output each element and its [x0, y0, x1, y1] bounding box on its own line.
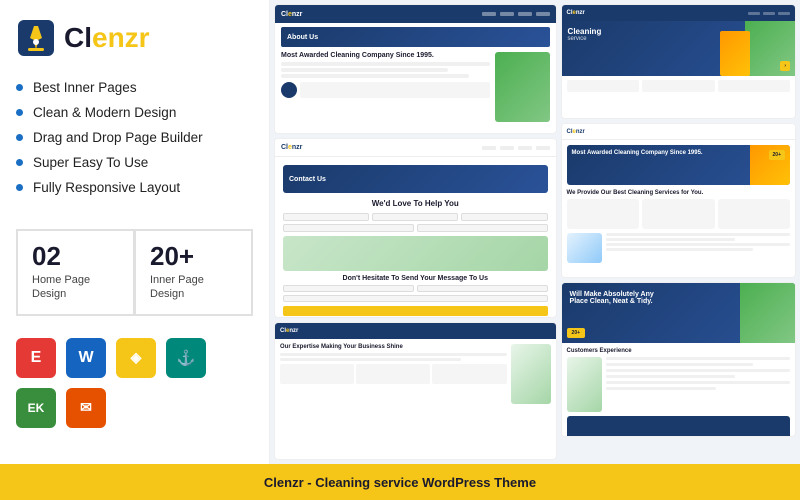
- preview-form-field-3: [461, 213, 547, 221]
- preview-customers-content: Customers Experience: [562, 343, 795, 437]
- preview-service-cards: [567, 199, 790, 229]
- badge-mailchimp: ✉: [66, 388, 106, 428]
- badge-elementorkit: EK: [16, 388, 56, 428]
- stat-label-home: Home PageDesign: [32, 273, 119, 302]
- preview-send-title: Don't Hesitate To Send Your Message To U…: [283, 275, 548, 282]
- stat-box-home: 02 Home PageDesign: [16, 229, 134, 316]
- preview-blue-section: [567, 416, 790, 437]
- preview-expertise-title: Our Expertise Making Your Business Shine: [280, 344, 507, 350]
- preview-service-section-text: [606, 233, 790, 253]
- preview-service1: Clenzr Most Awarded Cleaning Company Sin…: [561, 123, 796, 278]
- preview-about-title: About Us: [287, 34, 318, 41]
- preview-service1-nav: Clenzr: [562, 124, 795, 140]
- stats-row: 02 Home PageDesign 20+ Inner PageDesign: [16, 229, 253, 316]
- preview-form-field-4: [283, 224, 414, 232]
- preview-cta-button: [283, 306, 548, 316]
- preview-form-row-2: [283, 224, 548, 232]
- preview-form-row-1: [283, 213, 548, 221]
- preview-customers-badge: 20+: [567, 328, 585, 338]
- stat-number-home: 02: [32, 243, 119, 269]
- feature-item-2: Clean & Modern Design: [16, 105, 253, 120]
- badge-box: ◈: [116, 338, 156, 378]
- preview-help-title: We'd Love To Help You: [283, 199, 548, 208]
- preview-col-2: Clenzr Cleaning service ›: [561, 4, 796, 460]
- feature-item-1: Best Inner Pages: [16, 80, 253, 95]
- preview-service1-hero: Most Awarded Cleaning Company Since 1995…: [567, 145, 790, 185]
- preview-expertise-nav: Clenzr: [280, 328, 298, 334]
- preview-service-section-img: [567, 233, 602, 263]
- logo-text: Clenzr: [64, 22, 150, 54]
- preview-msg-field-1: [283, 285, 414, 292]
- stat-box-inner: 20+ Inner PageDesign: [134, 229, 253, 316]
- preview-service1-badge: 20+: [769, 150, 785, 160]
- preview-service-card-1: [567, 199, 639, 229]
- preview-contact-nav-logo: Clenzr: [281, 144, 302, 151]
- preview-msg-field-3: [283, 295, 548, 302]
- preview-map: [283, 236, 548, 271]
- feature-item-4: Super Easy To Use: [16, 155, 253, 170]
- stat-number-inner: 20+: [150, 243, 237, 269]
- badge-wordpress: W: [66, 338, 106, 378]
- bottom-bar-text: Clenzr - Cleaning service WordPress Them…: [264, 475, 536, 490]
- features-list: Best Inner Pages Clean & Modern Design D…: [16, 80, 253, 205]
- preview-service-card-3: [718, 199, 790, 229]
- preview-contact: Clenzr Contact Us We'd Love To Help You: [274, 138, 557, 318]
- preview-service-card-2: [642, 199, 714, 229]
- preview-service1-content: Most Awarded Cleaning Company Since 1995…: [562, 140, 795, 268]
- preview-service1-logo: Clenzr: [567, 129, 585, 135]
- preview-customers-top: Will Make Absolutely AnyPlace Clean, Nea…: [562, 283, 795, 343]
- preview-contact-hero-text: Contact Us: [289, 176, 326, 183]
- preview-hero-top: Clenzr Cleaning service ›: [561, 4, 796, 119]
- preview-services-title: We Provide Our Best Cleaning Services fo…: [567, 190, 790, 196]
- feature-item-3: Drag and Drop Page Builder: [16, 130, 253, 145]
- badge-anchor: ⚓: [166, 338, 206, 378]
- preview-customers-title: Customers Experience: [567, 348, 790, 354]
- preview-form-field-5: [417, 224, 548, 232]
- preview-contact-hero: Contact Us: [283, 165, 548, 193]
- preview-nav-btn: ›: [780, 61, 790, 71]
- left-panel: Clenzr Best Inner Pages Clean & Modern D…: [0, 0, 270, 464]
- preview-contact-content: Contact Us We'd Love To Help You Don't H…: [275, 157, 556, 318]
- logo-icon: [16, 18, 56, 58]
- stat-label-inner: Inner PageDesign: [150, 273, 237, 302]
- preview-customers-body: [567, 357, 790, 412]
- preview-contact-nav: Clenzr: [275, 139, 556, 157]
- preview-company-title: Most Awarded Cleaning Company Since 1995…: [281, 52, 490, 59]
- feature-item-5: Fully Responsive Layout: [16, 180, 253, 195]
- preview-col-1: Clenzr About Us Most Awarded Cleaning Co…: [274, 4, 557, 460]
- preview-about: Clenzr About Us Most Awarded Cleaning Co…: [274, 4, 557, 134]
- preview-expertise: Clenzr Our Expertise Making Your Busines…: [274, 322, 557, 460]
- preview-customers: Will Make Absolutely AnyPlace Clean, Nea…: [561, 282, 796, 437]
- preview-customers-img: [567, 357, 602, 412]
- badge-elementor: E: [16, 338, 56, 378]
- preview-service-section: [567, 233, 790, 263]
- preview-msg-field-2: [417, 285, 548, 292]
- preview-form-field-2: [372, 213, 458, 221]
- preview-customers-lines: [606, 357, 790, 412]
- preview-hero-nav: Clenzr: [567, 10, 585, 16]
- preview-form-field-1: [283, 213, 369, 221]
- bottom-bar: Clenzr - Cleaning service WordPress Them…: [0, 464, 800, 500]
- badges-row: E W ◈ ⚓ EK ✉: [16, 338, 253, 428]
- preview-about-nav-logo: Clenzr: [281, 11, 302, 18]
- logo-area: Clenzr: [16, 18, 253, 58]
- previews-area: Clenzr About Us Most Awarded Cleaning Co…: [270, 0, 800, 464]
- preview-customers-top-img: [740, 283, 795, 343]
